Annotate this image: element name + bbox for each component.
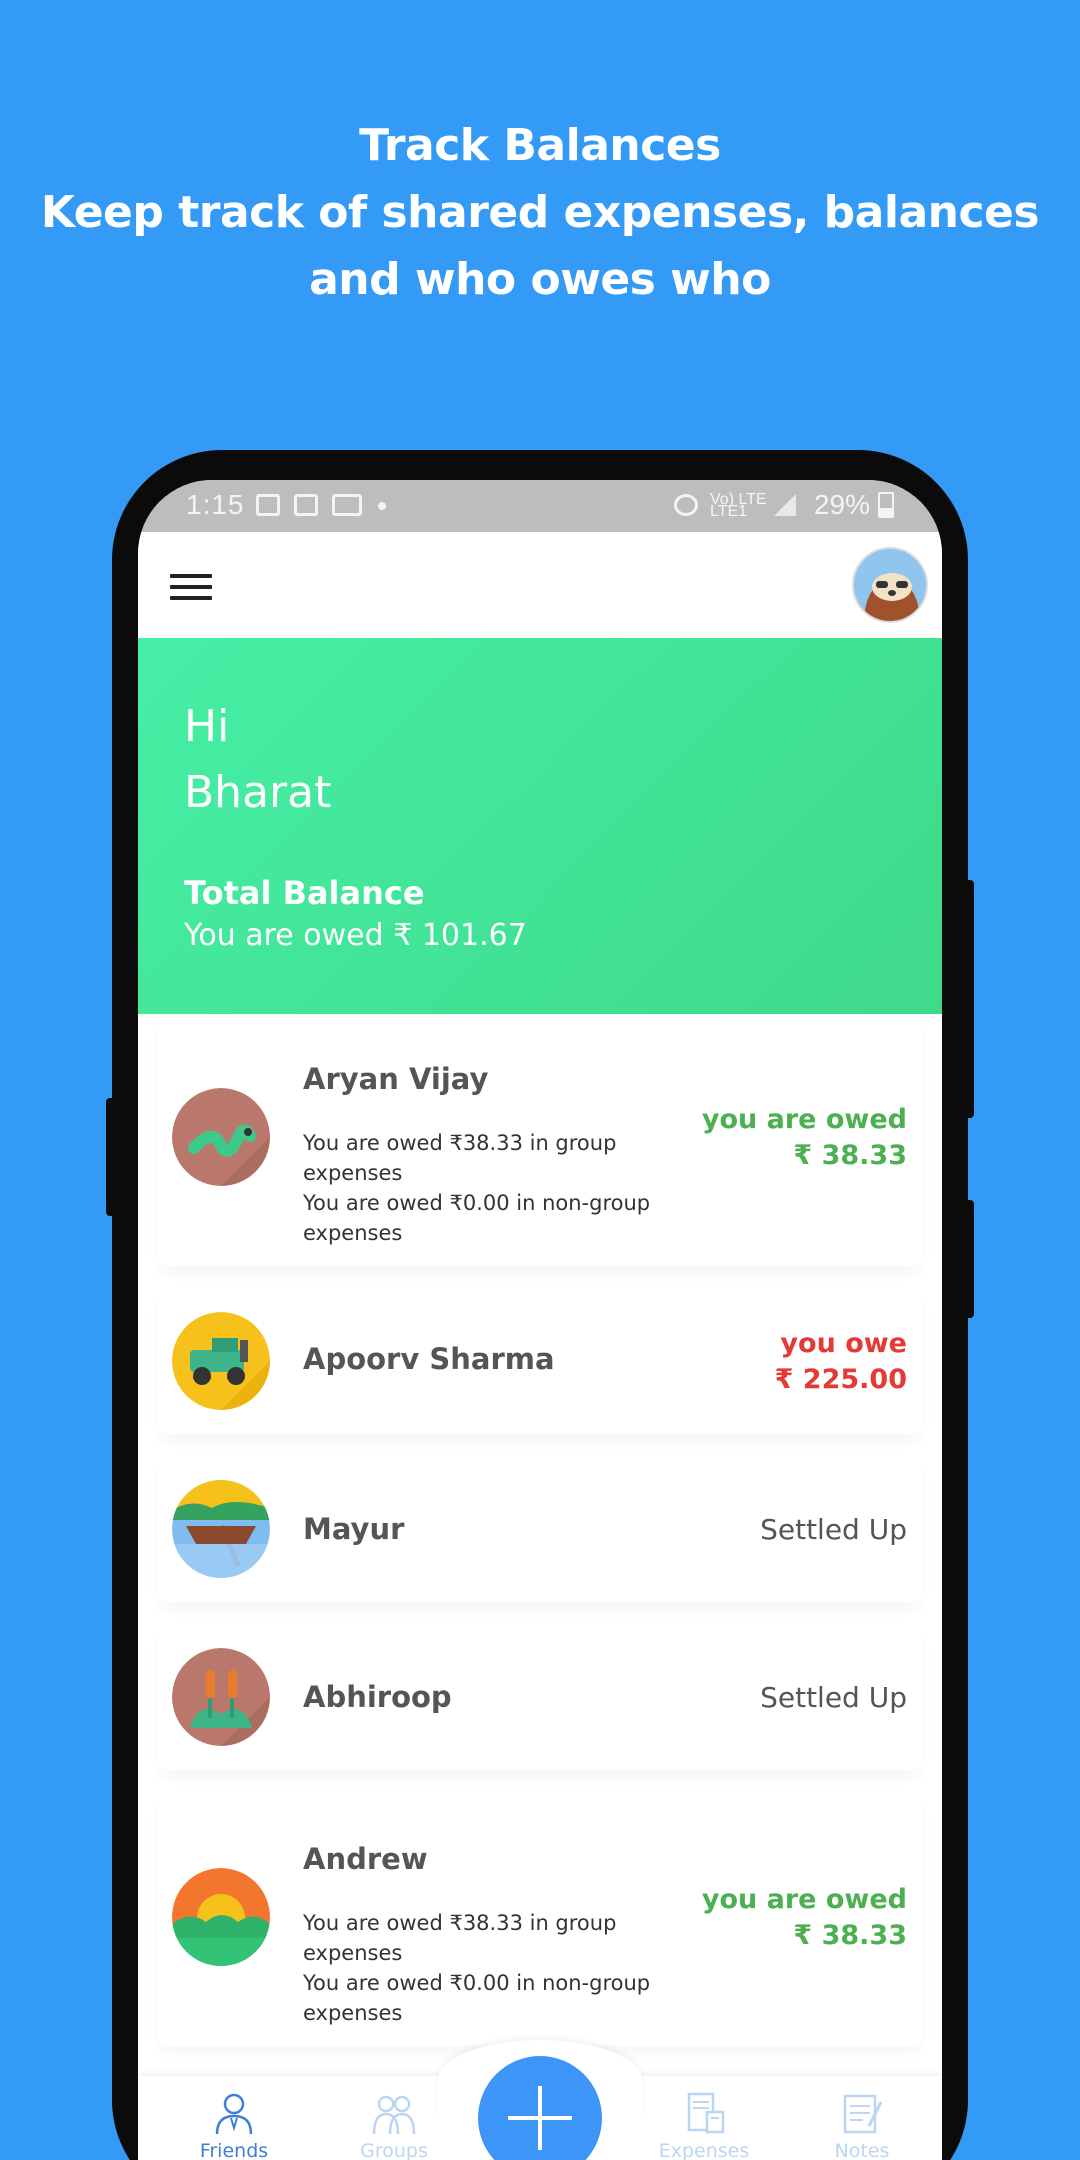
phone-side-button [106, 1098, 116, 1216]
friend-card-aryan[interactable]: Aryan Vijay You are owed ₹38.33 in group… [158, 1014, 922, 1266]
friend-card-apoorv[interactable]: Apoorv Sharma you owe ₹ 225.00 [158, 1290, 922, 1434]
friend-balance-status: you owe ₹ 225.00 [774, 1328, 907, 1395]
avatar [172, 1088, 270, 1186]
promo-subtitle-line1: Keep track of shared expenses, balances [40, 187, 1040, 238]
boat-icon [172, 1480, 270, 1578]
groups-icon [372, 2095, 416, 2135]
tab-friends[interactable]: Friends [174, 2090, 294, 2160]
total-balance-value: You are owed ₹ 101.67 [184, 918, 527, 953]
tab-groups-label: Groups [360, 2140, 428, 2160]
app-bar [138, 532, 942, 638]
voicemail-icon [332, 494, 362, 516]
friend-name: Aryan Vijay [303, 1062, 489, 1096]
user-name: Bharat [184, 767, 332, 818]
phone-side-button [964, 880, 974, 1118]
friend-name: Andrew [303, 1842, 428, 1876]
promo-title: Track Balances [359, 120, 721, 171]
notification-dot-icon [378, 502, 386, 510]
friend-card-andrew[interactable]: Andrew You are owed ₹38.33 in group expe… [158, 1794, 922, 2046]
calendar-icon [294, 494, 318, 516]
alarm-icon [674, 494, 698, 516]
hamburger-icon[interactable] [170, 574, 212, 600]
notes-icon [843, 2094, 883, 2134]
profile-avatar[interactable] [852, 547, 928, 623]
tab-expenses[interactable]: Expenses [644, 2090, 764, 2160]
network-label: Vo) LTE LTE1 [710, 491, 767, 520]
phone-screen: 1:15 Vo) LTE LTE1 29% Hi Bharat Total Ba… [138, 480, 942, 2160]
phone-side-button [964, 1200, 974, 1318]
total-balance-title: Total Balance [184, 874, 425, 912]
greeting-hi: Hi [184, 701, 230, 752]
worm-icon [172, 1088, 270, 1186]
promo-headline: Track Balances Keep track of shared expe… [0, 112, 1080, 313]
avatar [172, 1480, 270, 1578]
tab-groups[interactable]: Groups [334, 2090, 454, 2160]
tab-expenses-label: Expenses [658, 2140, 750, 2160]
balance-hero: Hi Bharat Total Balance You are owed ₹ 1… [138, 638, 942, 1014]
tab-notes[interactable]: Notes [802, 2090, 922, 2160]
promo-subtitle-line2: and who owes who [309, 254, 771, 305]
battery-percent: 29% [813, 489, 870, 520]
friend-name: Mayur [303, 1512, 405, 1546]
jeep-icon [172, 1312, 270, 1410]
friend-name: Abhiroop [303, 1680, 452, 1714]
friends-icon [215, 2093, 253, 2135]
battery-icon [878, 492, 894, 518]
friend-card-abhiroop[interactable]: Abhiroop Settled Up [158, 1626, 922, 1770]
avatar [172, 1648, 270, 1746]
sloth-icon [854, 549, 926, 621]
tab-friends-label: Friends [199, 2140, 269, 2160]
friend-detail: You are owed ₹38.33 in group expenses Yo… [303, 1131, 651, 1245]
friend-balance-status: you are owed ₹ 38.33 [701, 1884, 907, 1951]
friend-card-mayur[interactable]: Mayur Settled Up [158, 1458, 922, 1602]
friend-balance-status: Settled Up [760, 1681, 907, 1714]
greeting: Hi Bharat [184, 694, 331, 826]
friend-detail: You are owed ₹38.33 in group expenses Yo… [303, 1911, 651, 2025]
friend-name: Apoorv Sharma [303, 1342, 555, 1376]
gallery-icon [256, 494, 280, 516]
avatar [172, 1312, 270, 1410]
tab-notes-label: Notes [834, 2140, 890, 2160]
status-bar: 1:15 Vo) LTE LTE1 29% [138, 480, 942, 532]
sunset-icon [172, 1868, 270, 1966]
plant-icon [172, 1648, 270, 1746]
friend-balance-status: Settled Up [760, 1513, 907, 1546]
expenses-icon [687, 2092, 725, 2134]
avatar [172, 1868, 270, 1966]
friend-balance-status: you are owed ₹ 38.33 [701, 1104, 907, 1171]
signal-icon [774, 494, 796, 516]
status-time: 1:15 [186, 489, 245, 520]
